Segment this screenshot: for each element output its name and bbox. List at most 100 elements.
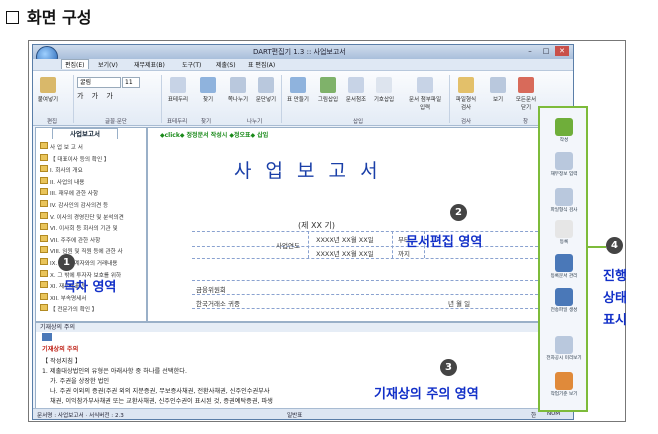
menu-table-edit[interactable]: 표 편집(A) [245, 60, 278, 69]
folder-icon [40, 200, 48, 207]
toc-item[interactable]: V. 이사의 경영진단 및 분석의견 [40, 211, 124, 221]
minimize-button[interactable]: – [523, 46, 537, 56]
date-line[interactable]: 년 월 일 [448, 298, 470, 308]
progress-step[interactable]: 등록문서 관리 [545, 254, 583, 280]
notes-header: 기재상의 주의 [36, 323, 544, 332]
group-label-break: 나누기 [247, 119, 263, 125]
toc-item[interactable]: VII. 주주에 관한 사항 [40, 234, 100, 244]
file-check-button[interactable]: 파일형식 검사 [453, 77, 479, 111]
font-size-select[interactable]: 11 [122, 77, 140, 88]
toc-item[interactable]: I. 회사의 개요 [40, 165, 83, 174]
menu-submit[interactable]: 제출(S) [213, 60, 239, 69]
folder-icon [40, 188, 48, 196]
group-separator [281, 75, 282, 123]
insert-symbol-button[interactable]: 기호삽입 [371, 77, 397, 103]
toc-item[interactable]: 사 업 보 고 서 [40, 142, 83, 151]
addressee-1[interactable]: 금융위원회 [196, 284, 226, 294]
border-button[interactable]: 표테두리 [165, 77, 191, 103]
progress-step[interactable]: 전자공시 미리보기 [545, 336, 583, 362]
group-label-check: 검사 [461, 119, 472, 125]
paragraph-icon [258, 77, 274, 93]
toc-item[interactable]: 【 대표이사 등의 확인 】 [40, 153, 109, 163]
period-label[interactable]: 사업연도 [276, 240, 300, 250]
group-separator [73, 75, 74, 123]
group-label-find: 찾기 [201, 119, 212, 125]
status-bar: 문서명 : 사업보고서 · 서식버전 : 2.3 일반표 한 NUM [33, 408, 573, 419]
page-break-icon [230, 77, 246, 93]
correction-hint[interactable]: ◆click◆ 정정문서 작성시 ◆정오표◆ 삽입 [160, 130, 268, 139]
doc-reference-button[interactable]: 문서첨조 [343, 77, 369, 103]
find-button[interactable]: 찾기 [195, 77, 221, 103]
menu-tools[interactable]: 도구(T) [179, 60, 204, 69]
document-title[interactable]: 사 업 보 고 서 [234, 156, 382, 183]
folder-icon [40, 176, 48, 184]
callout-1-text: 목차 영역 [64, 280, 117, 295]
folder-icon [40, 281, 48, 289]
menu-bar: 편집(E) 보기(V) 재무제표(B) 도구(T) 제출(S) 표 편집(A) [33, 59, 573, 71]
step-icon [555, 118, 573, 136]
group-label-border: 표테두리 [167, 119, 188, 125]
toc-item-label: XII. 부속명세서 [50, 295, 87, 302]
make-table-button[interactable]: 표 만들기 [285, 77, 311, 103]
toc-item[interactable]: VIII. 임원 및 직원 등에 관한 사 [40, 246, 123, 255]
group-label-insert: 삽입 [353, 119, 364, 125]
callout-4-word: 표시 [603, 313, 627, 328]
border-icon [170, 77, 186, 93]
progress-step[interactable]: 작성 [545, 118, 583, 144]
folder-icon [40, 234, 48, 242]
notes-title: 기재상의 주의 [42, 346, 79, 353]
table-border [308, 231, 309, 258]
step-label: 재무정보 입력 [550, 172, 578, 177]
checkbox-icon [6, 11, 19, 24]
step-label: 등록문서 관리 [550, 274, 578, 279]
heading-text: 화면 구성 [27, 8, 92, 27]
progress-step[interactable]: 전송파일 생성 [545, 288, 583, 314]
menu-view[interactable]: 보기(V) [95, 60, 121, 69]
notes-line-5: 채권, 이익참가부사채권 또는 교환사채권, 신주인수권이 표시된 것, 증권예… [50, 398, 273, 405]
progress-step[interactable]: 작업기준 보기 [545, 372, 583, 398]
app-window: DART편집기 1.3 :: 사업보고서 – □ ✕ 편집(E) 보기(V) 재… [32, 44, 574, 420]
view-button[interactable]: 보기 [485, 77, 511, 103]
symbol-icon [376, 77, 392, 93]
close-all-button[interactable]: 모든문서 닫기 [513, 77, 539, 111]
format-buttons[interactable]: 가 가 가 [77, 91, 116, 101]
toc-item-label: 【 전문가의 확인 】 [50, 307, 98, 314]
progress-step[interactable]: 파일형식 검사 [545, 188, 583, 214]
menu-finance[interactable]: 재무제표(B) [131, 60, 168, 69]
attachment-icon [417, 77, 433, 93]
addressee-2[interactable]: 한국거래소 귀중 [196, 298, 240, 308]
toc-item[interactable]: IV. 감사인의 감사의견 등 [40, 200, 108, 209]
insert-image-button[interactable]: 그림삽입 [315, 77, 341, 103]
period-to[interactable]: XXXX년 XX월 XX일 [316, 248, 374, 258]
toc-item[interactable]: VI. 이사회 등 회사의 기관 및 [40, 223, 118, 232]
progress-panel: 작성재무정보 입력파일형식 검사등록등록문서 관리전송파일 생성전자공시 미리보… [538, 106, 588, 412]
period-from[interactable]: XXXX년 XX월 XX일 [316, 234, 374, 244]
folder-icon [40, 292, 48, 300]
paste-button[interactable]: 붙여넣기 [35, 77, 61, 103]
step-label: 전자공시 미리보기 [546, 356, 582, 361]
close-button[interactable]: ✕ [555, 46, 569, 56]
toc-item[interactable]: 【 전문가의 확인 】 [40, 304, 97, 313]
menu-edit[interactable]: 편집(E) [61, 59, 89, 69]
folder-icon [40, 246, 48, 254]
insert-paragraph-button[interactable]: 문단넣기 [253, 77, 279, 103]
attach-file-button[interactable]: 문서 첨부파일 입력 [407, 77, 443, 111]
binoculars-icon [200, 77, 216, 93]
progress-step[interactable]: 재무정보 입력 [545, 152, 583, 178]
document-pane: ◆click◆ 정정문서 작성시 ◆정오표◆ 삽입 사 업 보 고 서 (제 X… [147, 127, 545, 322]
term-text[interactable]: (제 XX 기) [298, 220, 335, 231]
font-select[interactable]: 굴림 [77, 77, 121, 88]
toc-item[interactable]: IX. 이해관계자와의 거래내용 [40, 258, 117, 267]
maximize-button[interactable]: □ [539, 46, 553, 56]
notes-icon[interactable] [42, 333, 52, 341]
title-bar: DART편집기 1.3 :: 사업보고서 – □ ✕ [33, 45, 573, 59]
toc-tab[interactable]: 사업보고서 [52, 128, 118, 139]
folder-icon [40, 269, 48, 277]
toc-item[interactable]: III. 재무에 관한 사항 [40, 188, 98, 197]
progress-step[interactable]: 등록 [545, 220, 583, 246]
toc-item[interactable]: II. 사업의 내용 [40, 176, 85, 186]
notes-line-3: 가. 주권을 상장한 법인 [50, 378, 110, 385]
page-break-button[interactable]: 쪽나누기 [225, 77, 251, 103]
toc-item-label: II. 사업의 내용 [50, 179, 85, 186]
callout-4-word: 상태 [603, 291, 627, 306]
